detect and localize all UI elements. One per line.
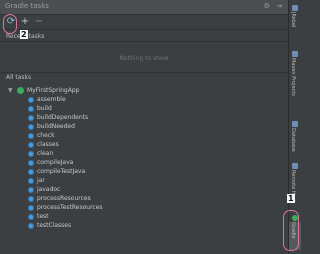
callout-number-2: 2 bbox=[20, 30, 28, 39]
task-label: buildNeeded bbox=[37, 123, 75, 130]
divider bbox=[0, 41, 288, 42]
database-icon bbox=[292, 121, 298, 127]
task-label: check bbox=[37, 132, 55, 139]
task-label: assemble bbox=[37, 96, 66, 103]
gradle-project-icon bbox=[17, 87, 24, 94]
task-row[interactable]: testClasses bbox=[28, 221, 208, 230]
task-row[interactable]: build bbox=[28, 104, 208, 113]
task-row[interactable]: javadoc bbox=[28, 185, 208, 194]
all-tasks-label: All tasks bbox=[6, 74, 32, 81]
task-label: jar bbox=[37, 177, 45, 184]
task-row[interactable]: test bbox=[28, 212, 208, 221]
tab-jrebel[interactable]: JRebel bbox=[289, 5, 301, 44]
gradle-toolbar: ⟳ + − bbox=[0, 15, 288, 30]
gradle-task-icon bbox=[28, 159, 34, 166]
task-row[interactable]: assemble bbox=[28, 95, 208, 104]
highlight-ring-gradle-tab bbox=[283, 210, 299, 251]
task-label: javadoc bbox=[37, 186, 61, 193]
gradle-task-icon bbox=[28, 105, 34, 112]
gradle-task-icon bbox=[28, 177, 34, 184]
tab-maven-projects[interactable]: Maven Projects bbox=[289, 51, 301, 116]
task-row[interactable]: classes bbox=[28, 140, 208, 149]
task-label: clean bbox=[37, 150, 54, 157]
task-row[interactable]: processTestResources bbox=[28, 203, 208, 212]
panel-settings-hide-icons[interactable]: ⚙ ⇥ bbox=[264, 2, 284, 10]
gradle-task-icon bbox=[28, 114, 34, 121]
task-label: compileJava bbox=[37, 159, 74, 166]
add-project-button[interactable]: + bbox=[19, 16, 31, 28]
tree-root-label: MyFirstSpringApp bbox=[27, 87, 80, 94]
task-label: testClasses bbox=[37, 222, 72, 229]
gradle-task-icon bbox=[28, 213, 34, 220]
task-row[interactable]: processResources bbox=[28, 194, 208, 203]
tree-root-row[interactable]: ▼ MyFirstSpringApp bbox=[8, 86, 208, 95]
task-row[interactable]: compileTestJava bbox=[28, 167, 208, 176]
recent-empty-message: Nothing to show bbox=[119, 55, 169, 62]
gradle-task-icon bbox=[28, 195, 34, 202]
gradle-task-icon bbox=[28, 123, 34, 130]
gradle-task-icon bbox=[28, 150, 34, 157]
task-label: compileTestJava bbox=[37, 168, 86, 175]
task-label: classes bbox=[37, 141, 59, 148]
tab-database[interactable]: Database bbox=[289, 121, 301, 162]
gradle-task-icon bbox=[28, 186, 34, 193]
tab-label: Database bbox=[290, 128, 296, 152]
maven-icon bbox=[292, 51, 298, 57]
jrebel-icon bbox=[292, 5, 298, 11]
remote-host-icon bbox=[292, 163, 298, 169]
gradle-task-icon bbox=[28, 132, 34, 139]
task-label: processResources bbox=[37, 195, 91, 202]
panel-title: Gradle tasks bbox=[5, 2, 49, 10]
panel-titlebar: Gradle tasks ⚙ ⇥ bbox=[0, 0, 288, 15]
task-label: test bbox=[37, 213, 49, 220]
task-label: buildDependents bbox=[37, 114, 89, 121]
gradle-task-icon bbox=[28, 222, 34, 229]
expand-triangle-icon[interactable]: ▼ bbox=[8, 86, 13, 95]
remove-project-button[interactable]: − bbox=[33, 16, 45, 28]
gradle-task-icon bbox=[28, 96, 34, 103]
task-row[interactable]: clean bbox=[28, 149, 208, 158]
task-row[interactable]: jar bbox=[28, 176, 208, 185]
task-row[interactable]: compileJava bbox=[28, 158, 208, 167]
gradle-task-icon bbox=[28, 141, 34, 148]
task-row[interactable]: buildDependents bbox=[28, 113, 208, 122]
tab-label: Maven Projects bbox=[290, 58, 296, 96]
tab-label: JRebel bbox=[290, 12, 296, 28]
task-label: processTestResources bbox=[37, 204, 103, 211]
gradle-task-icon bbox=[28, 168, 34, 175]
gradle-task-icon bbox=[28, 204, 34, 211]
gradle-tasks-panel: Gradle tasks ⚙ ⇥ ⟳ + − Recent tasks Noth… bbox=[0, 0, 288, 254]
divider bbox=[0, 72, 288, 73]
highlight-ring-refresh bbox=[3, 14, 17, 34]
task-row[interactable]: check bbox=[28, 131, 208, 140]
task-row[interactable]: buildNeeded bbox=[28, 122, 208, 131]
callout-number-1: 1 bbox=[287, 194, 295, 203]
task-label: build bbox=[37, 105, 52, 112]
